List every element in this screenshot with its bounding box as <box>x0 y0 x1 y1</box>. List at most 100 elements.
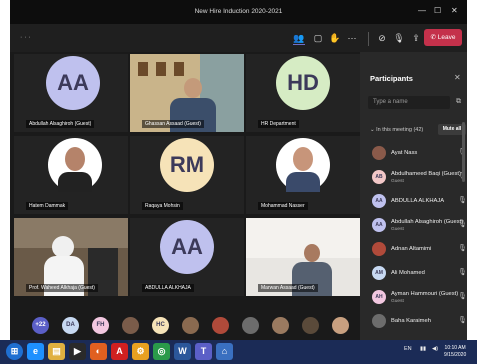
in-meeting-count: In this meeting (42) <box>376 127 424 133</box>
close-icon[interactable]: ✕ <box>451 6 458 15</box>
taskbar-app-icon[interactable]: ⚙ <box>132 343 149 360</box>
mic-muted-icon[interactable]: 🎙 <box>458 196 467 204</box>
participant-row[interactable]: AA Abdullah Alsaghiroh (Guest) Guest 🎙 <box>372 216 467 236</box>
participants-panel: Participants ✕ Type a name ⧉ ⌄ In this m… <box>360 52 467 340</box>
participant-avatar: AA <box>372 194 386 208</box>
video-tile[interactable]: RM Raqaya Mohsin <box>130 136 244 214</box>
participant-row[interactable]: Ayat Nass🎙 <box>372 144 467 164</box>
minimize-icon[interactable]: — <box>418 6 426 15</box>
start-button[interactable]: ⊞ <box>6 343 23 360</box>
camera-off-icon[interactable]: ⊘ <box>376 32 388 44</box>
video-tile[interactable]: Ghassan Assaad (Guest) <box>130 54 244 132</box>
leave-button[interactable]: ✆ Leave <box>424 29 462 46</box>
taskbar-app-icon[interactable]: ▤ <box>48 343 65 360</box>
participant-name: Raqaya Mohsin <box>142 202 183 210</box>
participant-avatar: AB <box>372 170 386 184</box>
share-invite-icon[interactable]: ⧉ <box>456 98 461 106</box>
mic-muted-icon[interactable]: 🎙 <box>458 292 467 300</box>
strip-avatar[interactable] <box>182 317 199 334</box>
participant-row[interactable]: ABAbdulhameed Baqi (Guest)Guest🎙 <box>372 168 467 188</box>
video-tile[interactable]: HD HR Department <box>246 54 360 132</box>
more-actions-icon[interactable]: ⋯ <box>346 32 358 44</box>
strip-avatar[interactable]: HC <box>152 317 169 334</box>
meeting-timer: · · · <box>20 34 31 41</box>
taskbar-app-icon[interactable]: ▶ <box>69 343 86 360</box>
video-tile[interactable]: AA ABDULLA ALKHAJA <box>130 218 244 296</box>
network-icon[interactable]: ▮▮ <box>420 346 426 352</box>
taskbar-app-icon[interactable]: e <box>27 343 44 360</box>
taskbar-app-icon[interactable]: ◎ <box>153 343 170 360</box>
video-tile[interactable]: Marwan Assaad (Guest) <box>246 218 360 296</box>
participant-row[interactable]: AA ABDULLA ALKHAJA 🎙 <box>372 192 467 212</box>
taskbar-app-icon[interactable]: T <box>195 343 212 360</box>
share-screen-icon[interactable]: ⇪ <box>410 32 422 44</box>
strip-avatar[interactable] <box>272 317 289 334</box>
taskbar-app-icon[interactable]: ⌂ <box>216 343 233 360</box>
video-stage: AA Abdullah Alsaghiroh (Guest) Ghassan A… <box>10 52 360 340</box>
close-panel-icon[interactable]: ✕ <box>454 73 461 82</box>
wall-frame <box>138 62 148 76</box>
participant-avatar: AM <box>372 266 386 280</box>
strip-avatar[interactable]: FH <box>92 317 109 334</box>
taskbar-app-icon[interactable]: W <box>174 343 191 360</box>
strip-avatar[interactable] <box>242 317 259 334</box>
video-tile[interactable]: AA Abdullah Alsaghiroh (Guest) <box>14 54 128 132</box>
taskbar-app-icon[interactable]: A <box>111 343 128 360</box>
phone-icon: ✆ <box>430 34 438 41</box>
wall-frame <box>156 62 166 76</box>
window-title: New Hire Induction 2020-2021 <box>194 8 283 15</box>
scrollbar[interactable] <box>462 122 465 182</box>
mic-muted-icon[interactable]: 🎙 <box>458 244 467 252</box>
video-tile[interactable]: Mohammad Nasser <box>246 136 360 214</box>
person-body <box>286 172 320 192</box>
mic-muted-icon[interactable]: 🎙 <box>458 316 467 324</box>
strip-avatar[interactable] <box>122 317 139 334</box>
person-head <box>184 78 202 98</box>
strip-avatar[interactable]: +22 <box>32 317 49 334</box>
participant-row[interactable]: Baha Karaimeh 🎙 <box>372 312 467 332</box>
chat-icon[interactable]: ▢ <box>312 32 324 44</box>
clock-time: 10:10 AM <box>444 345 466 351</box>
participant-row[interactable]: Adnan Altamimi 🎙 <box>372 240 467 260</box>
strip-avatar[interactable]: DA <box>62 317 79 334</box>
person-head <box>304 244 320 262</box>
participant-role: Guest <box>391 179 404 184</box>
participant-name: Prof. Waheed Alkhaja (Guest) <box>26 284 98 292</box>
strip-avatar[interactable] <box>212 317 229 334</box>
panel-title: Participants <box>370 74 413 83</box>
participant-avatar: AA <box>372 218 386 232</box>
taskbar-app-icon[interactable]: ◐ <box>90 343 107 360</box>
participant-role: Guest <box>391 227 404 232</box>
participant-name: Abdullah Alsaghiroh (Guest) <box>26 120 95 128</box>
participant-name: Abdullah Alsaghiroh (Guest) <box>391 219 464 225</box>
participant-row[interactable]: AM Ali Mohamed 🎙 <box>372 264 467 284</box>
wall-frame <box>174 62 184 76</box>
participant-name: Ayat Nass <box>391 150 418 156</box>
participant-avatar <box>372 242 386 256</box>
raise-hand-icon[interactable]: ✋ <box>329 32 341 44</box>
video-tile[interactable]: Prof. Waheed Alkhaja (Guest) <box>14 218 128 296</box>
mic-muted-icon[interactable]: 🎙 <box>458 268 467 276</box>
mic-muted-icon[interactable]: 🎙 <box>458 220 467 228</box>
strip-avatar[interactable] <box>302 317 319 334</box>
participant-name: Ayman Hammouri (Guest) <box>391 291 459 297</box>
participant-row[interactable]: AH Ayman Hammouri (Guest) Guest 🎙 <box>372 288 467 308</box>
participant-avatar <box>372 146 386 160</box>
participants-icon[interactable]: 👥 <box>293 32 305 45</box>
participant-role: Guest <box>391 299 404 304</box>
search-participants-input[interactable]: Type a name <box>368 96 450 109</box>
in-meeting-header[interactable]: ⌄ In this meeting (42) <box>370 127 423 133</box>
clock-date: 9/15/2020 <box>444 352 467 358</box>
strip-avatar[interactable] <box>332 317 349 334</box>
participant-name: HR Department <box>258 120 299 128</box>
restore-icon[interactable]: ☐ <box>434 6 441 15</box>
volume-icon[interactable]: ◀) <box>432 346 438 352</box>
system-clock[interactable]: 10:10 AM 9/15/2020 <box>444 345 466 359</box>
teams-meeting-window: New Hire Induction 2020-2021 — ☐ ✕ · · ·… <box>10 0 467 340</box>
microphone-icon[interactable]: 🎙 <box>393 32 405 44</box>
video-tile[interactable]: Hatem Dammak <box>14 136 128 214</box>
toolbar-divider <box>368 32 369 46</box>
language-indicator[interactable]: EN <box>404 346 412 352</box>
person-head <box>65 147 85 171</box>
participant-name: Ghassan Assaad (Guest) <box>142 120 204 128</box>
